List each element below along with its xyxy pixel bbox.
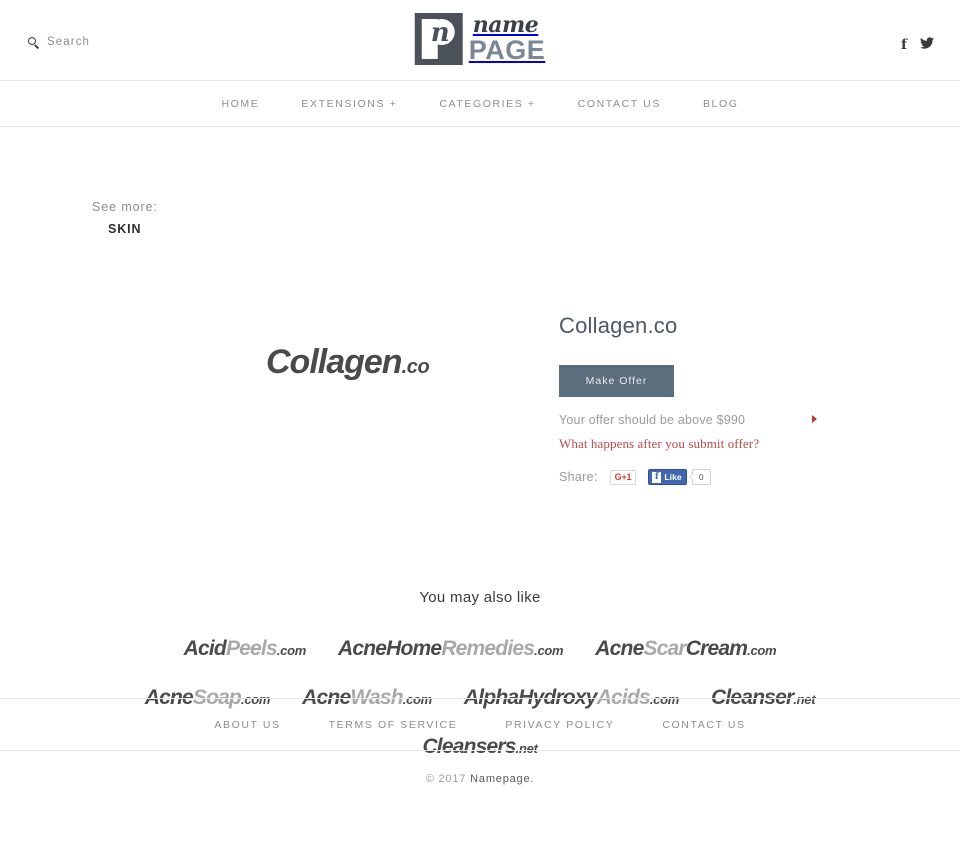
footer-link-terms-of-service[interactable]: TERMS OF SERVICE [305, 719, 482, 731]
footer-link-contact-us[interactable]: CONTACT US [638, 719, 769, 731]
item-segment-light: Remedies [441, 637, 535, 660]
also-like-item-acidpeels[interactable]: AcidPeels.com [183, 637, 307, 660]
also-like-item-acnescarcream[interactable]: AcneScarCream.com [595, 638, 776, 659]
share-label: Share: [559, 470, 598, 484]
search-label: Search [47, 36, 91, 48]
item-segment-light: Scar [643, 637, 686, 660]
see-more-block: See more: SKIN [92, 198, 158, 236]
footer-links: ABOUT US TERMS OF SERVICE PRIVACY POLICY… [0, 698, 960, 750]
item-segment-dark: Acne [595, 637, 644, 660]
see-more-category-skin[interactable]: SKIN [108, 222, 158, 236]
primary-nav: HOME EXTENSIONS + CATEGORIES + CONTACT U… [0, 81, 960, 127]
nav-item-blog[interactable]: BLOG [682, 98, 760, 110]
twitter-bird-icon [920, 37, 934, 49]
item-segment-dark: Acid [183, 637, 227, 660]
footer-link-about-us[interactable]: ABOUT US [190, 719, 304, 731]
offer-arrow-icon [812, 415, 817, 423]
facebook-like-label: Like [664, 472, 682, 482]
facebook-like-widget: f Like 0 [648, 469, 711, 485]
page-root: Search n name PAGE f HOME EXTENSIONS + C… [0, 0, 960, 848]
domain-logo-image: Collagen.co [266, 343, 430, 382]
make-offer-button[interactable]: Make Offer [559, 365, 674, 397]
also-like-title: You may also like [419, 589, 541, 606]
facebook-glyph: f [900, 37, 907, 53]
copyright-brand-link[interactable]: Namepage. [470, 773, 534, 785]
twitter-icon[interactable] [920, 37, 934, 53]
logo-page-text: PAGE [468, 35, 546, 65]
facebook-like-button[interactable]: f Like [648, 469, 687, 485]
also-like-item-acnehomeremedies[interactable]: AcneHomeRemedies.com [338, 637, 564, 660]
nav-item-categories[interactable]: CATEGORIES + [418, 98, 556, 110]
site-header: Search n name PAGE f [0, 0, 960, 81]
search-icon [28, 36, 40, 49]
logo-mark-icon: n [414, 13, 463, 65]
nav-item-extensions[interactable]: EXTENSIONS + [280, 98, 418, 110]
facebook-f-icon: f [652, 471, 662, 483]
see-more-label: See more: [92, 200, 158, 214]
offer-minimum-text: Your offer should be above $990 [559, 413, 746, 427]
social-links: f [901, 37, 934, 53]
item-segment-light: Peels [225, 637, 278, 660]
offer-explainer-link[interactable]: What happens after you submit offer? [559, 436, 889, 452]
offer-minimum-note: Your offer should be above $990 [559, 411, 817, 429]
item-segment-dark2: Cream [685, 637, 748, 660]
page-title: Collagen.co [559, 313, 678, 338]
domain-detail-panel: Collagen.co Make Offer Your offer should… [559, 313, 889, 485]
footer-copyright: © 2017 Namepage. [0, 750, 960, 806]
item-segment-tld: .com [276, 643, 307, 658]
site-logo[interactable]: n name PAGE [414, 13, 546, 65]
nav-item-contact-us[interactable]: CONTACT US [557, 98, 682, 110]
item-segment-tld: .com [534, 643, 564, 658]
item-segment-tld: .com [747, 643, 777, 658]
domain-logo-name: Collagen [266, 343, 403, 381]
search-button[interactable]: Search [28, 36, 91, 49]
google-plus-share-button[interactable]: G+1 [609, 469, 637, 485]
facebook-icon[interactable]: f [901, 37, 907, 53]
footer-link-privacy-policy[interactable]: PRIVACY POLICY [481, 719, 638, 731]
logo-name-text: name [472, 12, 539, 38]
logo-mark-letter: n [430, 18, 450, 48]
share-row: Share: G+1 f Like 0 [559, 469, 889, 485]
copyright-text: © 2017 [425, 772, 467, 785]
domain-logo-tld: .co [401, 356, 430, 378]
nav-item-home[interactable]: HOME [200, 98, 280, 110]
logo-wordmark: name PAGE [469, 14, 546, 64]
item-segment-dark: AcneHome [338, 637, 442, 660]
facebook-like-count: 0 [688, 469, 711, 485]
